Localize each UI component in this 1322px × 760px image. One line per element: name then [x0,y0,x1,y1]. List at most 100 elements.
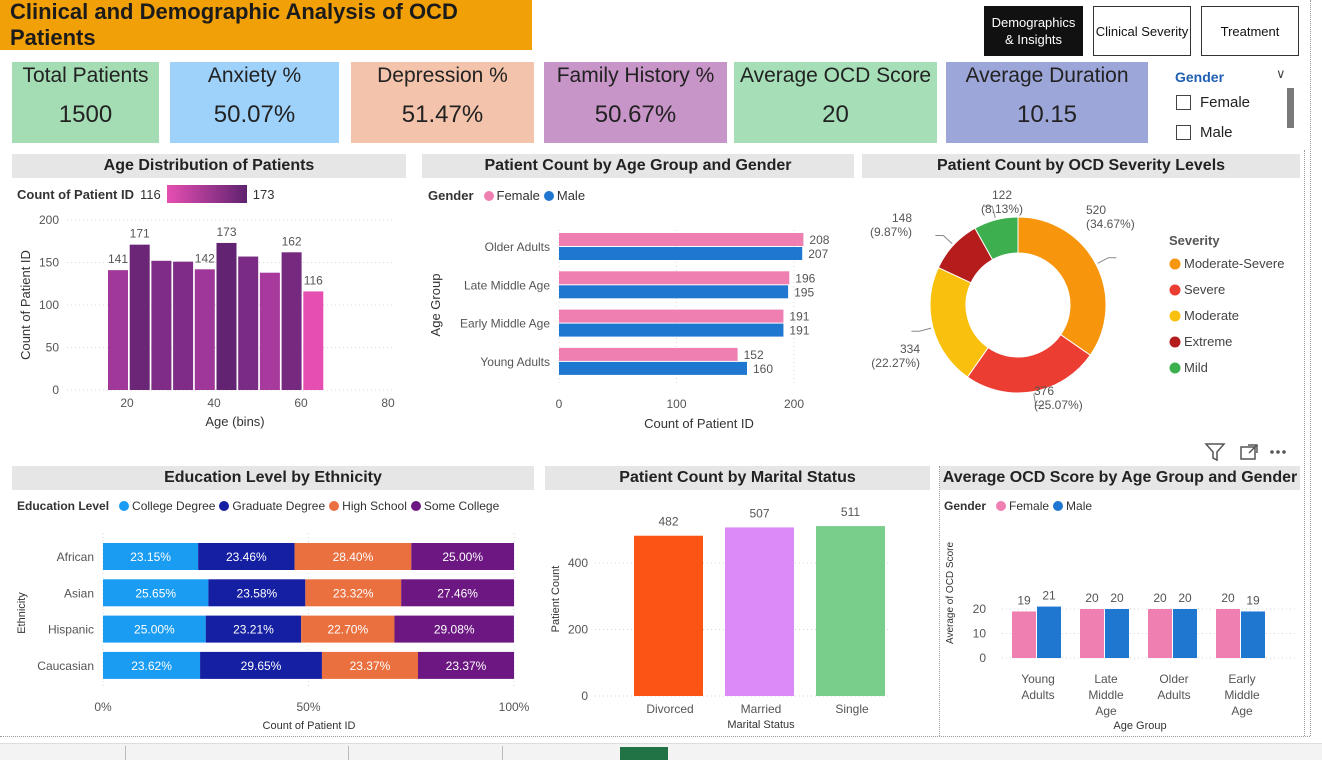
legend-male[interactable]: Male [557,188,585,203]
y-axis-title: Ethnicity [16,592,28,634]
age-bar [194,269,215,390]
focus-mode-icon[interactable] [1240,444,1258,460]
data-label: 20 [1110,591,1124,605]
bar-female [1148,609,1172,658]
legend-female[interactable]: Female [1009,499,1049,513]
marital-chart: 0 200 400 482 Divorced 507 Married 511 Single Mar… [550,505,890,731]
bar-female [1216,609,1240,658]
kpi-label: Family History % [556,64,715,87]
y-axis-title: Average of OCD Score [945,542,956,645]
dashboard-title: Clinical and Demographic Analysis of OCD… [0,0,532,50]
y-tick-label: 100 [39,298,59,312]
data-label: 507 [749,506,769,520]
data-label: 207 [808,247,828,261]
data-label: 21 [1042,589,1056,603]
slicer-scrollbar[interactable] [1287,88,1294,128]
legend-highschool[interactable]: High School [342,499,407,513]
clinical-severity-button[interactable]: Clinical Severity [1093,6,1191,56]
slicer-option-male-label: Male [1200,124,1233,141]
bar-female [1080,609,1104,658]
data-label: 20 [1221,591,1235,605]
donut-slice [1017,216,1107,356]
treatment-button[interactable]: Treatment [1201,6,1299,56]
female-dot-icon [483,190,494,201]
bar-male [559,285,789,299]
age-distribution-chart: 0 50 100 150 200 20 40 60 80 141171 142173 162 116 Ag… [18,213,395,429]
legend-item: Moderate-Severe [1184,256,1284,271]
age-bar [281,252,302,390]
y-category-label: Older Adults [485,240,550,254]
segment-label: 29.65% [241,659,282,673]
legend-title: Education Level [17,499,110,513]
slicer-option-female[interactable]: Female [1176,94,1250,111]
x-category-label: Late Middle Age [1088,672,1124,718]
data-label: 160 [753,362,773,376]
male-dot-icon [1053,501,1064,511]
x-axis-title: Age Group [1113,720,1166,732]
slice-label: 520 (34.67%) [1086,203,1135,231]
x-axis-title: Marital Status [727,719,795,731]
y-tick-label: 0 [979,651,986,665]
data-label: 152 [744,348,764,362]
y-tick-label: 50 [46,341,60,355]
legend-graduate[interactable]: Graduate Degree [232,499,325,513]
checkbox-female[interactable] [1176,95,1191,110]
legend-dot [1169,362,1181,374]
filter-icon[interactable] [1204,443,1226,462]
data-label: 171 [130,227,150,241]
legend-max: 173 [252,186,275,202]
clinical-button-label: Clinical Severity [1095,23,1189,39]
legend-female[interactable]: Female [497,188,540,203]
legend-college[interactable]: College Degree [132,499,215,513]
active-sheet-tab[interactable] [620,747,668,760]
bar-divider [125,746,126,760]
bar-male [559,247,803,260]
segment-label: 23.46% [226,550,267,564]
data-label: 116 [304,273,323,287]
y-tick-label: 20 [973,602,987,616]
slice-label: 376 (25.07%) [1034,384,1083,412]
y-tick-label: 0 [52,383,59,397]
x-category-label: Married [741,702,782,716]
kpi-label: Average Duration [965,64,1129,87]
slicer-option-male[interactable]: Male [1176,124,1233,141]
x-axis-title: Count of Patient ID [644,416,754,431]
leader-line [935,234,953,245]
legend-somecollege[interactable]: Some College [424,499,499,513]
legend-label: Count of Patient ID [17,186,134,202]
x-tick-label: 100% [499,700,530,714]
bar-male [1105,609,1129,658]
checkbox-male[interactable] [1176,125,1191,140]
demographics-insights-button[interactable]: Demographics & Insights [984,6,1083,56]
legend-title: Severity [1169,233,1220,248]
segment-label: 25.00% [442,550,483,564]
slice-label: 122 (8.13%) [981,188,1023,216]
frame-divider [0,736,1310,737]
age-distribution-title: Age Distribution of Patients [12,154,406,178]
legend-title: Gender [944,499,987,513]
slice-label: 148 (9.87%) [870,211,912,239]
y-tick-label: 200 [568,623,588,637]
data-label: 196 [795,271,815,285]
segment-label: 23.37% [446,659,487,673]
x-tick-label: 0% [94,700,112,714]
data-label: 191 [789,324,809,338]
x-category-label: Divorced [646,702,693,716]
bar-male [1173,609,1197,658]
legend-item: Severe [1184,282,1225,297]
age-gender-title: Patient Count by Age Group and Gender [422,154,854,178]
data-label: 142 [195,251,215,265]
age-bar [173,261,194,390]
data-label: 482 [658,515,678,529]
avg-score-title: Average OCD Score by Age Group and Gende… [940,466,1300,490]
legend-male[interactable]: Male [1066,499,1092,513]
x-category-label: Early Middle Age [1224,672,1260,718]
leader-line [1097,257,1117,264]
x-tick-label: 20 [120,396,134,410]
age-bar [151,260,172,390]
y-category-label: African [57,550,94,564]
legend-item: Moderate [1184,308,1239,323]
more-options-icon[interactable] [1270,450,1286,454]
chevron-down-icon[interactable]: ∨ [1276,66,1286,82]
age-bar [129,244,150,390]
